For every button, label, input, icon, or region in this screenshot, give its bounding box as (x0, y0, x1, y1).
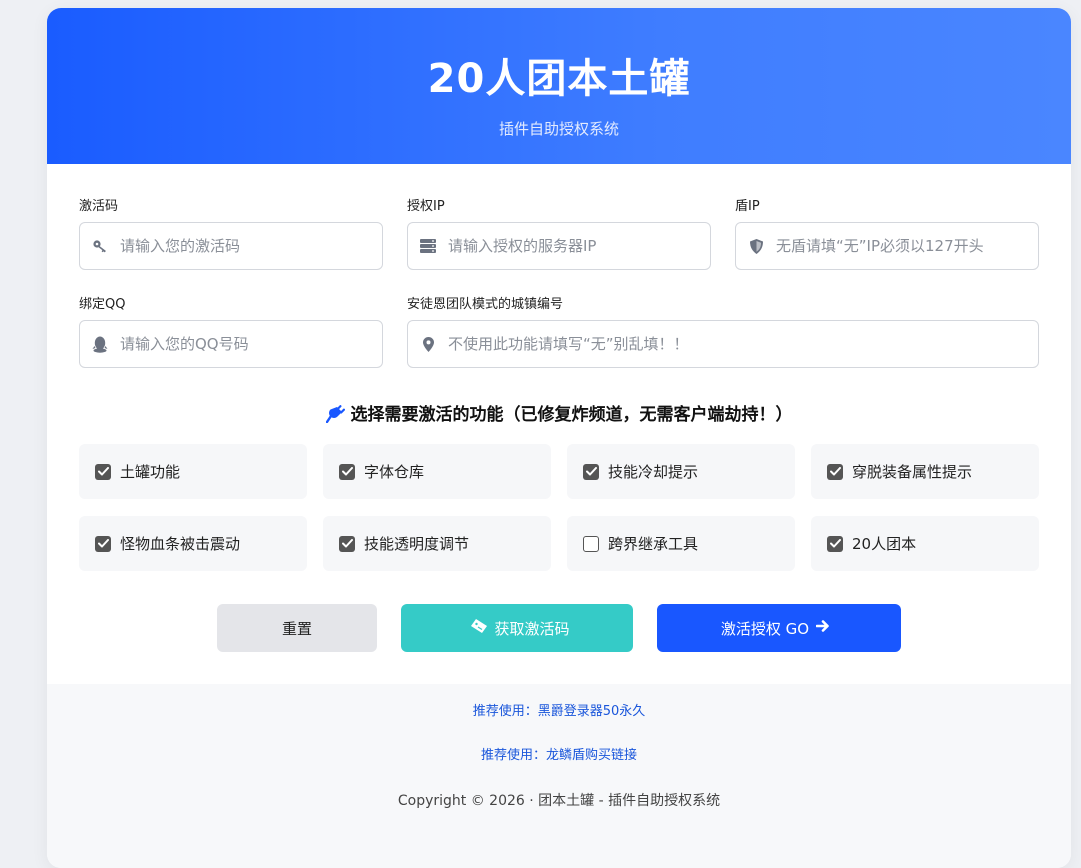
feature-option-6[interactable]: 技能透明度调节 (323, 516, 551, 571)
feature-label-8: 20人团本 (852, 535, 917, 553)
feature-label-1: 土罐功能 (120, 463, 181, 481)
bind-qq-field: 绑定QQ (79, 296, 383, 368)
shield-ip-box (735, 222, 1039, 270)
reset-button-label: 重置 (281, 619, 312, 638)
page-background (0, 0, 47, 844)
feature-label-2: 字体仓库 (364, 463, 425, 481)
bind-qq-input[interactable] (120, 335, 374, 353)
bind-qq-box (79, 320, 383, 368)
feature-option-5[interactable]: 怪物血条被击震动 (79, 516, 307, 571)
activation-code-field: 激活码 (79, 198, 383, 270)
checkbox-1[interactable] (95, 463, 111, 480)
page-title: 20人团本土罐 (427, 56, 691, 102)
ticket-icon (464, 619, 494, 637)
checkbox-5[interactable] (95, 535, 111, 552)
auth-form: 激活码 授权IP 盾IP (47, 164, 1071, 684)
reset-button[interactable]: 重置 (217, 604, 377, 652)
town-code-label: 安徒恩团队模式的城镇编号 (407, 297, 564, 312)
copyright-text: Copyright © 2026 · 团本土罐 - 插件自助授权系统 (397, 793, 721, 809)
checkbox-6[interactable] (339, 535, 355, 552)
feature-label-6: 技能透明度调节 (364, 535, 470, 553)
auth-ip-input[interactable] (448, 237, 702, 255)
location-pin-icon (408, 336, 448, 352)
checkbox-4[interactable] (827, 463, 843, 480)
feature-label-5: 怪物血条被击震动 (120, 535, 241, 553)
activate-button-label: 激活授权 GO (720, 619, 810, 638)
server-icon (408, 239, 448, 253)
auth-ip-box (407, 222, 711, 270)
checkbox-8[interactable] (827, 535, 843, 552)
features-heading: 选择需要激活的功能（已修复炸频道，无需客户端劫持！） (47, 400, 1071, 428)
auth-card: 20人团本土罐 插件自助授权系统 激活码 授权IP 盾IP (47, 8, 1071, 868)
town-code-field: 安徒恩团队模式的城镇编号 (407, 296, 1039, 368)
shield-icon (736, 238, 776, 254)
feature-option-2[interactable]: 字体仓库 (323, 444, 551, 499)
qq-icon (80, 336, 120, 353)
arrow-right-icon (809, 619, 837, 637)
feature-option-7[interactable]: 跨界继承工具 (567, 516, 795, 571)
header-banner: 20人团本土罐 插件自助授权系统 (47, 8, 1071, 164)
feature-option-3[interactable]: 技能冷却提示 (567, 444, 795, 499)
shield-ip-field: 盾IP (735, 198, 1039, 270)
feature-label-7: 跨界继承工具 (608, 535, 699, 553)
checkbox-2[interactable] (339, 463, 355, 480)
feature-option-8[interactable]: 20人团本 (811, 516, 1039, 571)
shield-ip-label: 盾IP (735, 199, 760, 214)
activation-code-input[interactable] (120, 237, 374, 255)
activation-code-label: 激活码 (79, 199, 119, 214)
page-subtitle: 插件自助授权系统 (498, 120, 619, 138)
features-heading-text: 选择需要激活的功能（已修复炸频道，无需客户端劫持！） (350, 405, 793, 425)
activation-code-box (79, 222, 383, 270)
feature-label-3: 技能冷却提示 (608, 463, 699, 481)
feature-option-1[interactable]: 土罐功能 (79, 444, 307, 499)
feature-option-4[interactable]: 穿脱装备属性提示 (811, 444, 1039, 499)
recommend-link-1[interactable]: 推荐使用：黑爵登录器50永久 (47, 702, 1071, 722)
town-code-input[interactable] (448, 335, 1030, 353)
bind-qq-label: 绑定QQ (79, 297, 126, 312)
recommend-link-2[interactable]: 推荐使用：龙鳞盾购买链接 (47, 746, 1071, 766)
get-code-button-label: 获取激活码 (494, 619, 570, 638)
shield-ip-input[interactable] (776, 237, 1030, 255)
feature-label-4: 穿脱装备属性提示 (852, 463, 973, 481)
plug-icon (325, 404, 345, 428)
footer: 推荐使用：黑爵登录器50永久 推荐使用：龙鳞盾购买链接 Copyright © … (47, 684, 1071, 868)
get-code-button[interactable]: 获取激活码 (401, 604, 633, 652)
auth-ip-field: 授权IP (407, 198, 711, 270)
checkbox-7[interactable] (583, 535, 599, 552)
auth-ip-label: 授权IP (407, 199, 445, 214)
town-code-box (407, 320, 1039, 368)
activate-button[interactable]: 激活授权 GO (657, 604, 901, 652)
key-icon (80, 238, 120, 254)
checkbox-3[interactable] (583, 463, 599, 480)
